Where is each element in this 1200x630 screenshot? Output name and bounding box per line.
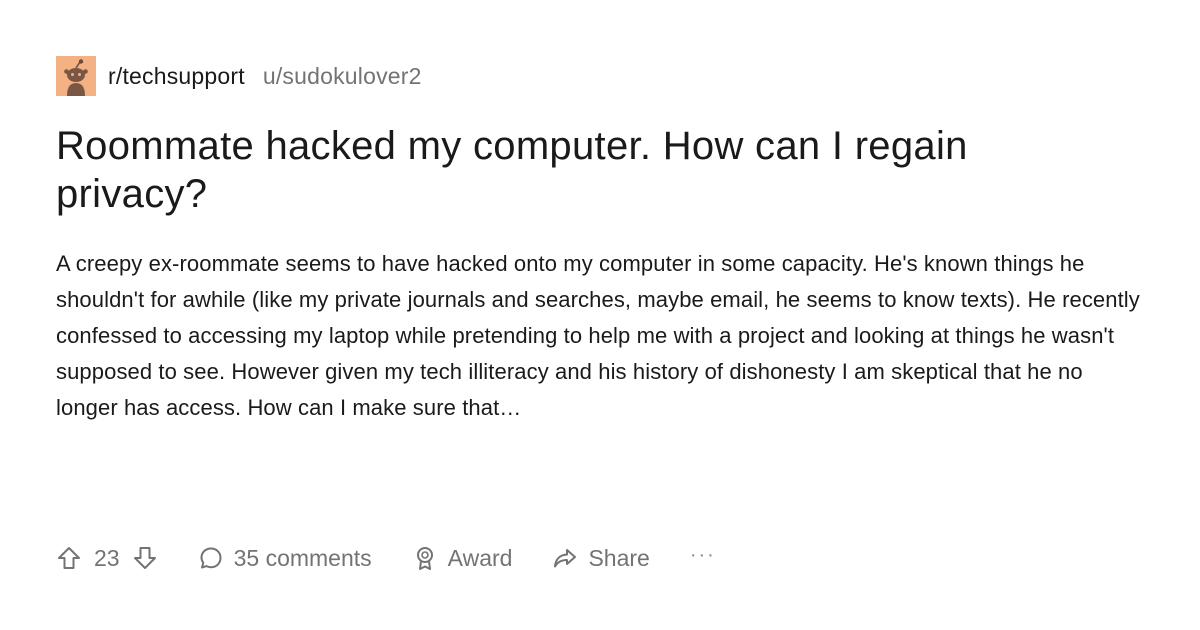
post-meta: r/techsupport u/sudokulover2	[56, 56, 1146, 96]
share-button[interactable]: Share	[552, 544, 650, 572]
upvote-button[interactable]	[56, 545, 82, 571]
award-label: Award	[447, 544, 513, 571]
award-ribbon-icon	[416, 547, 433, 570]
upvote-arrow-icon	[58, 547, 80, 569]
reddit-snoo-icon	[56, 56, 96, 96]
downvote-arrow-icon	[133, 547, 156, 569]
post-body: A creepy ex-roommate seems to have hacke…	[56, 251, 1140, 420]
subreddit-avatar[interactable]	[56, 56, 96, 96]
comments-label: 35 comments	[233, 544, 372, 571]
vote-count: 23	[94, 544, 120, 571]
downvote-button[interactable]	[132, 545, 158, 571]
post-title[interactable]: Roommate hacked my computer. How can I r…	[56, 122, 1056, 218]
comments-button[interactable]: 35 comments	[198, 545, 372, 572]
share-label: Share	[588, 544, 650, 571]
share-arrow-icon	[554, 549, 577, 568]
post-card: r/techsupport u/sudokulover2 Roommate ha…	[56, 56, 1146, 596]
more-options-icon: ···	[689, 543, 716, 566]
more-options-button[interactable]: ···	[690, 544, 716, 567]
award-button[interactable]: Award	[412, 544, 513, 572]
author-username[interactable]: u/sudokulover2	[263, 63, 422, 90]
post-action-bar: 23 35 comments Award Share ···	[56, 538, 716, 578]
comment-bubble-icon	[200, 547, 222, 569]
subreddit-name[interactable]: r/techsupport	[108, 63, 245, 90]
